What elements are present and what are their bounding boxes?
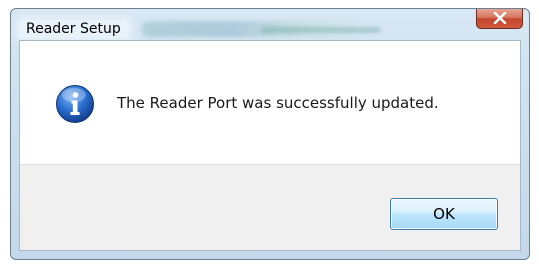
window-title: Reader Setup bbox=[19, 20, 128, 38]
dialog-content: The Reader Port was successfully updated… bbox=[19, 40, 521, 251]
message-area: The Reader Port was successfully updated… bbox=[20, 41, 520, 164]
dialog-window: Reader Setup The Reader Port was success… bbox=[10, 8, 530, 260]
title-bar-glass-tint-accent bbox=[261, 27, 381, 33]
close-icon bbox=[493, 12, 506, 24]
ok-button[interactable]: OK bbox=[390, 198, 498, 230]
info-icon bbox=[56, 85, 94, 123]
button-bar: OK bbox=[20, 164, 520, 250]
dialog-message: The Reader Port was successfully updated… bbox=[117, 94, 439, 112]
close-button[interactable] bbox=[476, 9, 523, 29]
